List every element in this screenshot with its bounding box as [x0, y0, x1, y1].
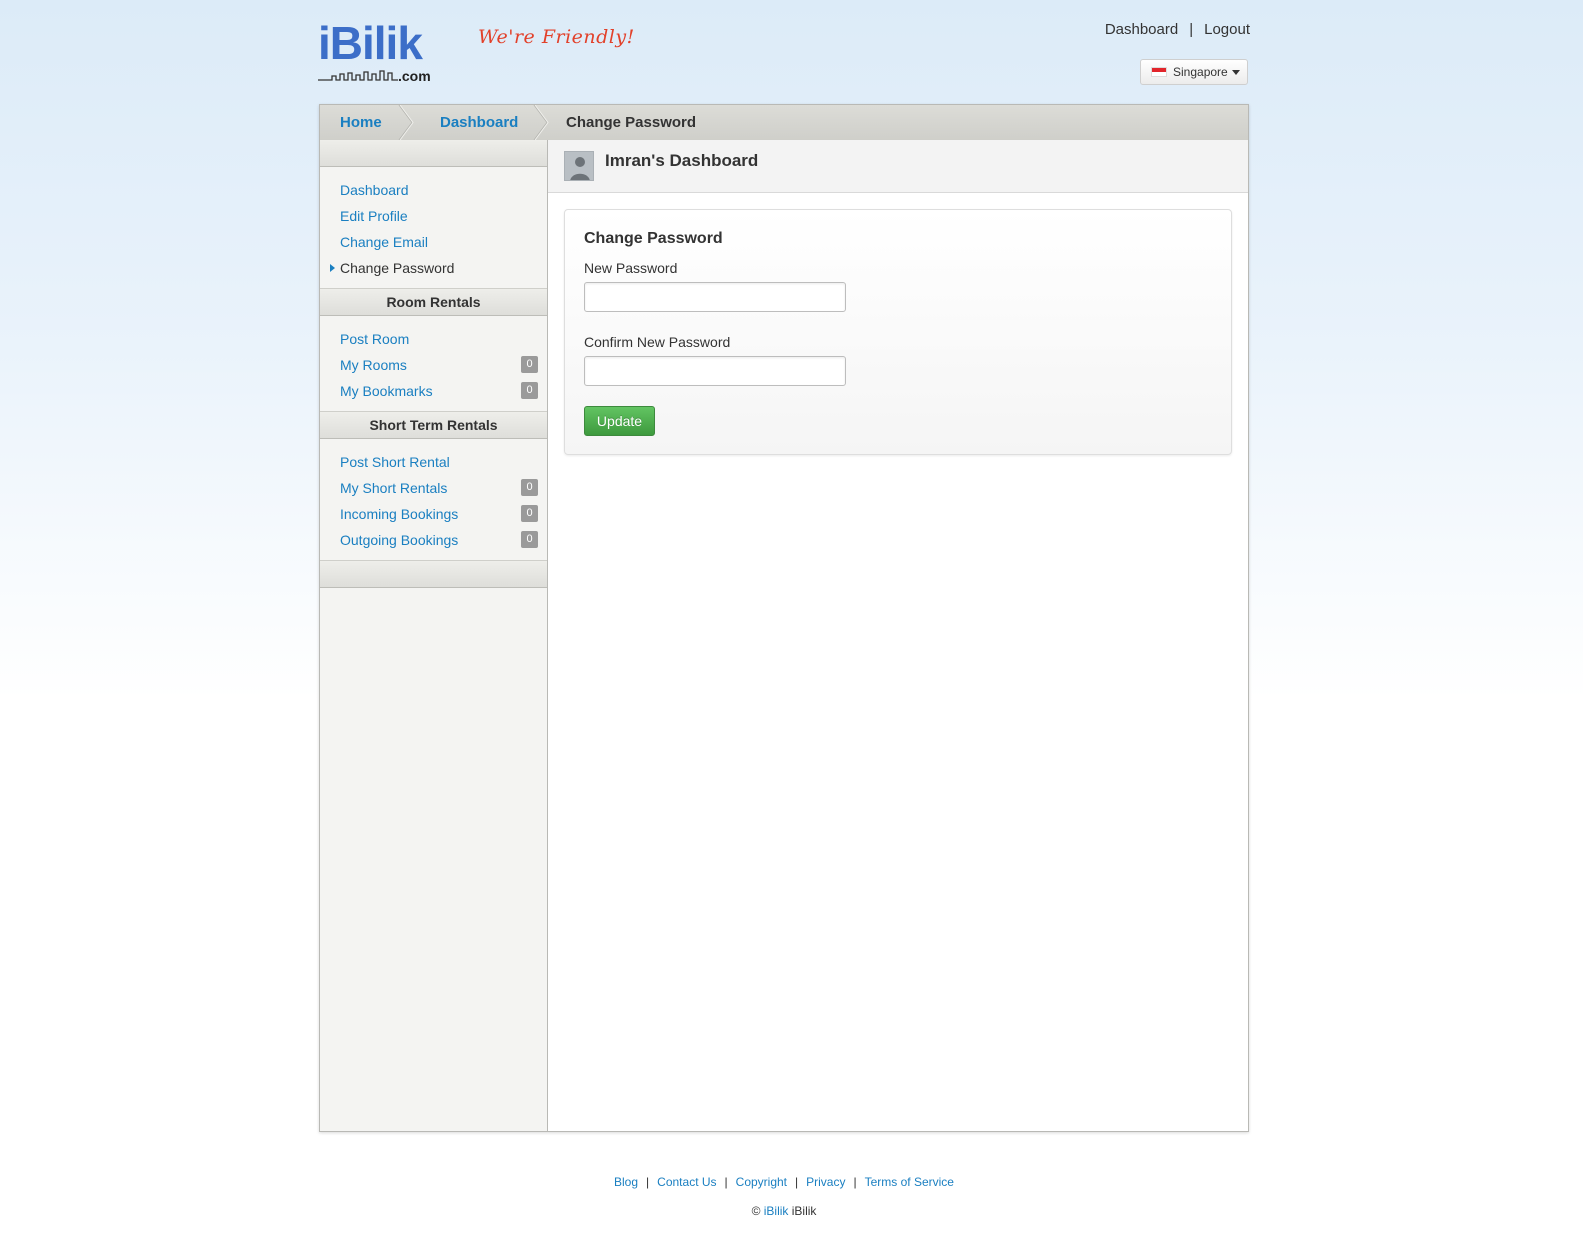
caret-down-icon — [1231, 69, 1240, 75]
page: iBilik .com We're Friendly! Dashboard | Lo… — [0, 0, 1583, 1244]
singapore-flag-icon — [1151, 67, 1167, 77]
new-password-input[interactable] — [584, 282, 846, 312]
breadcrumb-chevron-icon — [398, 105, 414, 140]
footer-terms-link[interactable]: Terms of Service — [865, 1175, 954, 1189]
sidebar-my-bookmarks-link[interactable]: My Bookmarks — [340, 383, 433, 399]
footer-separator: | — [853, 1175, 857, 1189]
sidebar-item-my-short-rentals: My Short Rentals 0 — [320, 475, 547, 501]
sidebar: Dashboard Edit Profile Change Email Chan… — [320, 140, 548, 1131]
footer-privacy-link[interactable]: Privacy — [806, 1175, 845, 1189]
form-title: Change Password — [584, 230, 723, 247]
sidebar-item-outgoing-bookings: Outgoing Bookings 0 — [320, 527, 547, 553]
sidebar-account-header — [320, 140, 547, 167]
dashboard-title: Imran's Dashboard — [605, 151, 759, 170]
tagline: We're Friendly! — [478, 26, 635, 48]
sidebar-room-rentals-header: Room Rentals — [320, 288, 547, 316]
avatar — [564, 151, 594, 181]
top-dashboard-link[interactable]: Dashboard — [1105, 21, 1178, 38]
user-silhouette-icon — [570, 157, 590, 180]
breadcrumb-chevron-icon — [533, 105, 549, 140]
count-badge: 0 — [521, 505, 538, 522]
sidebar-item-my-bookmarks: My Bookmarks 0 — [320, 378, 547, 404]
footer-separator: | — [646, 1175, 650, 1189]
main-content: Imran's Dashboard Change Password New Pa… — [548, 140, 1248, 1131]
footer-separator: | — [795, 1175, 799, 1189]
dashboard-header: Imran's Dashboard — [548, 140, 1248, 193]
top-nav-separator: | — [1189, 21, 1194, 38]
sidebar-item-post-room: Post Room — [320, 326, 547, 352]
sidebar-footer-bar — [320, 560, 547, 588]
confirm-password-input[interactable] — [584, 356, 846, 386]
change-password-form: Change Password New Password Confirm New… — [564, 209, 1232, 455]
sidebar-item-dashboard: Dashboard — [320, 177, 547, 203]
footer-copyright-link[interactable]: Copyright — [736, 1175, 787, 1189]
sidebar-post-room-link[interactable]: Post Room — [340, 331, 409, 347]
sidebar-item-change-password[interactable]: Change Password — [320, 255, 547, 281]
sidebar-my-short-rentals-link[interactable]: My Short Rentals — [340, 480, 447, 496]
breadcrumb-dashboard-link[interactable]: Dashboard — [440, 114, 518, 131]
copyright-brand-link[interactable]: iBilik — [764, 1204, 789, 1218]
count-badge: 0 — [521, 356, 538, 373]
sidebar-change-password-label: Change Password — [340, 260, 455, 276]
sidebar-outgoing-bookings-link[interactable]: Outgoing Bookings — [340, 532, 458, 548]
sidebar-short-term-list: Post Short Rental My Short Rentals 0 Inco… — [320, 439, 547, 560]
logo-suffix: .com — [398, 68, 431, 84]
count-badge: 0 — [521, 531, 538, 548]
footer-separator: | — [724, 1175, 728, 1189]
sidebar-account-list: Dashboard Edit Profile Change Email Chan… — [320, 167, 547, 288]
sidebar-item-incoming-bookings: Incoming Bookings 0 — [320, 501, 547, 527]
sidebar-post-short-rental-link[interactable]: Post Short Rental — [340, 454, 450, 470]
sidebar-incoming-bookings-link[interactable]: Incoming Bookings — [340, 506, 458, 522]
logout-link[interactable]: Logout — [1204, 21, 1250, 38]
new-password-label: New Password — [584, 260, 678, 276]
footer-contact-link[interactable]: Contact Us — [657, 1175, 716, 1189]
update-button[interactable]: Update — [584, 406, 655, 436]
footer-links: Blog | Contact Us | Copyright | Privacy | Terms … — [0, 1175, 1568, 1189]
breadcrumb: Home Dashboard Change Password — [320, 105, 1248, 141]
sidebar-item-edit-profile: Edit Profile — [320, 203, 547, 229]
breadcrumb-home-link[interactable]: Home — [340, 114, 382, 131]
breadcrumb-current: Change Password — [566, 114, 697, 131]
sidebar-edit-profile-link[interactable]: Edit Profile — [340, 208, 408, 224]
sidebar-item-my-rooms: My Rooms 0 — [320, 352, 547, 378]
country-label: Singapore — [1173, 65, 1228, 79]
sidebar-dashboard-link[interactable]: Dashboard — [340, 182, 409, 198]
copyright: © iBilik iBilik — [0, 1204, 1568, 1218]
main-frame: Home Dashboard Change Password Dashboard… — [319, 104, 1249, 1132]
breadcrumb-dashboard: Dashboard — [440, 105, 518, 140]
count-badge: 0 — [521, 479, 538, 496]
count-badge: 0 — [521, 382, 538, 399]
footer-blog-link[interactable]: Blog — [614, 1175, 638, 1189]
country-selector[interactable]: Singapore — [1140, 59, 1248, 85]
sidebar-my-rooms-link[interactable]: My Rooms — [340, 357, 407, 373]
breadcrumb-home: Home — [340, 105, 382, 140]
sidebar-short-term-header: Short Term Rentals — [320, 411, 547, 439]
sidebar-item-change-email: Change Email — [320, 229, 547, 255]
skyline-icon — [318, 70, 398, 81]
sidebar-change-email-link[interactable]: Change Email — [340, 234, 428, 250]
confirm-password-label: Confirm New Password — [584, 334, 731, 350]
copyright-symbol: © — [751, 1204, 761, 1218]
copyright-text: iBilik — [791, 1204, 817, 1218]
sidebar-room-rentals-list: Post Room My Rooms 0 My Bookmarks 0 — [320, 316, 547, 411]
top-nav: Dashboard | Logout — [1105, 21, 1250, 38]
sidebar-item-post-short-rental: Post Short Rental — [320, 449, 547, 475]
logo-wordmark: iBilik — [318, 17, 423, 69]
site-logo[interactable]: iBilik .com — [318, 18, 438, 86]
